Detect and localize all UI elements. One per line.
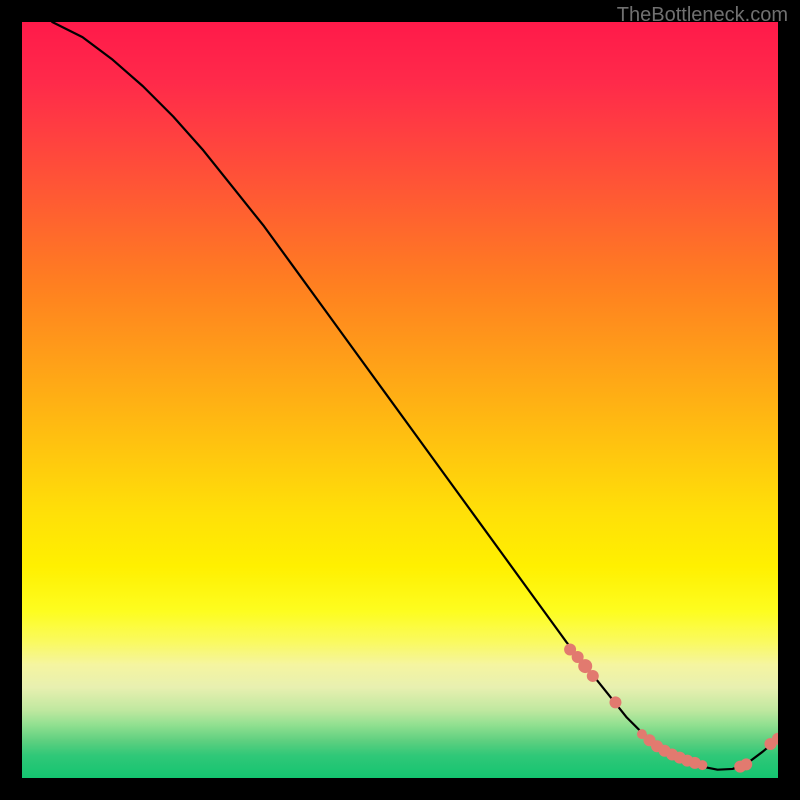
marker-point: [740, 758, 752, 770]
curve-svg: [22, 22, 778, 778]
watermark-text: TheBottleneck.com: [617, 4, 788, 27]
chart-container: TheBottleneck.com: [0, 0, 800, 800]
data-markers: [564, 643, 778, 772]
marker-point: [587, 670, 599, 682]
marker-point: [609, 696, 621, 708]
plot-area: [22, 22, 778, 778]
marker-point: [697, 760, 707, 770]
bottleneck-curve: [52, 22, 778, 770]
